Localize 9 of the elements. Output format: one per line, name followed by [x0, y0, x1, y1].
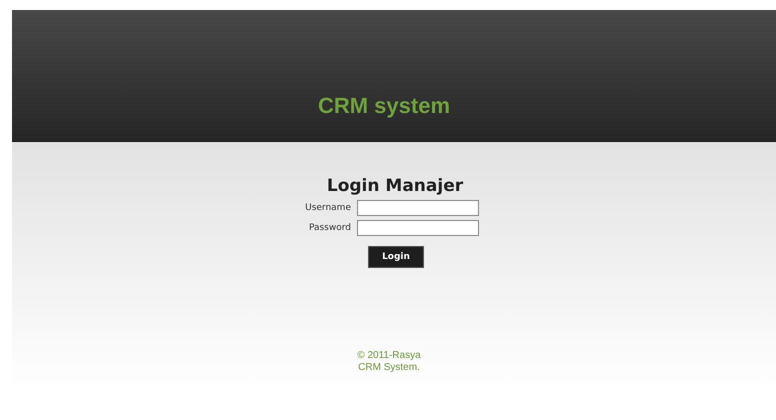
field-label: Password [308, 223, 351, 233]
login-button[interactable]: Login [368, 246, 424, 268]
input-field[interactable] [357, 220, 479, 236]
input-field[interactable] [357, 200, 479, 216]
footer-text: © 2011-Rasya [357, 350, 421, 362]
footer-text: CRM System. [358, 362, 420, 374]
site-title: CRM system [318, 93, 452, 119]
login-heading: Login Manajer [326, 176, 464, 196]
field-label: Username [304, 203, 351, 213]
